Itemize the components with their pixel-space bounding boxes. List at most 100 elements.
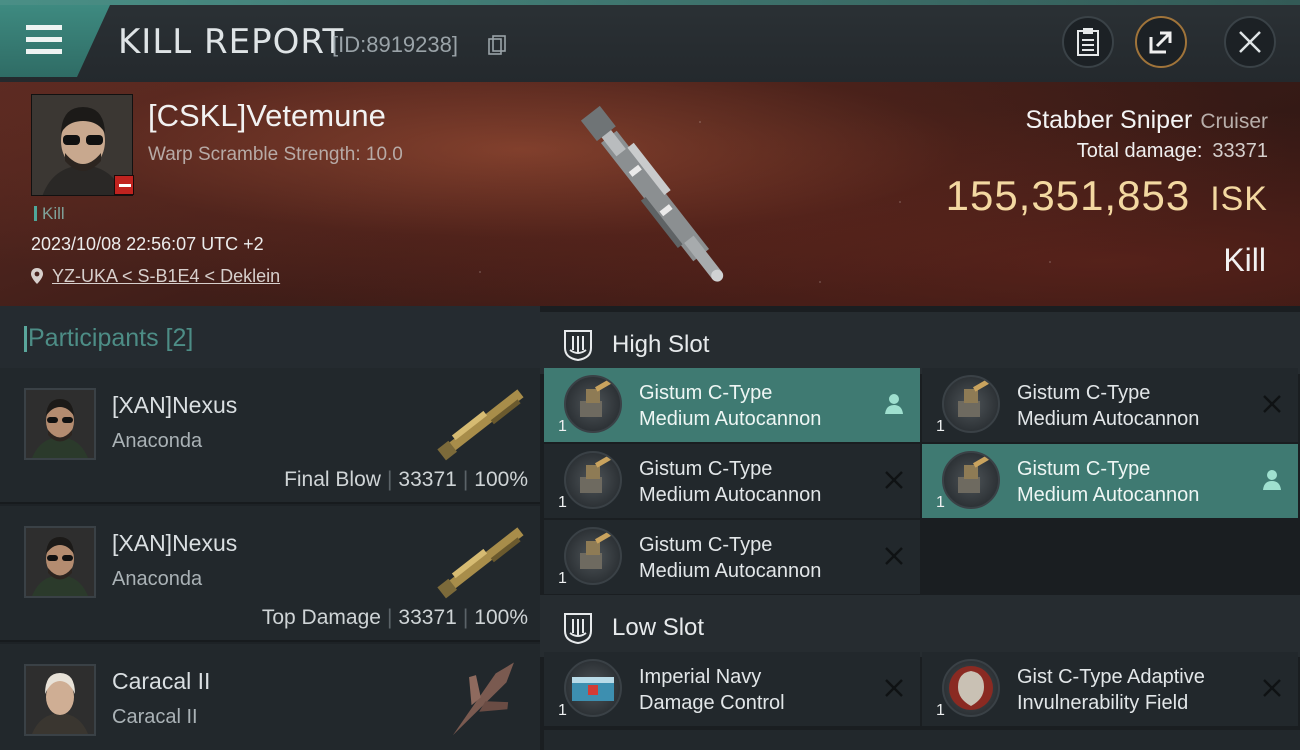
report-id: [ID:8919238] xyxy=(332,32,458,57)
module-icon xyxy=(564,659,622,717)
total-damage: Total damage: 33371 xyxy=(1077,140,1268,163)
location-text: YZ-UKA < S-B1E4 < Deklein xyxy=(52,266,281,286)
warp-scramble-strength: Warp Scramble Strength: 10.0 xyxy=(148,144,403,165)
kill-header: [CSKL]Vetemune Warp Scramble Strength: 1… xyxy=(0,82,1300,306)
fitting-panel: High Slot 1 Gistum C-Type Medium Autocann… xyxy=(540,306,1300,750)
ship-name-text: Stabber Sniper xyxy=(1025,106,1193,134)
module-item[interactable]: 1 Gist C-Type Adaptive Invulnerability Fi… xyxy=(922,652,1298,726)
module-icon xyxy=(942,451,1000,509)
share-icon xyxy=(1149,31,1172,54)
participant-portrait[interactable] xyxy=(24,388,96,460)
module-quantity: 1 xyxy=(558,570,567,587)
low-slot-label: Low Slot xyxy=(612,614,705,641)
ship-class: Cruiser xyxy=(1200,110,1268,133)
participants-panel: Participants [2] [XAN]Nexus Anaconda Fin… xyxy=(0,306,540,750)
person-icon[interactable] xyxy=(882,392,906,416)
ship-name[interactable]: Stabber Sniper Cruiser xyxy=(1026,106,1268,135)
participant-ship: Anaconda xyxy=(112,568,203,590)
module-icon xyxy=(942,375,1000,433)
participant-row[interactable]: Caracal II Caracal II xyxy=(0,644,540,750)
module-quantity: 1 xyxy=(558,418,567,435)
dismiss-icon[interactable] xyxy=(1260,676,1284,700)
module-quantity: 1 xyxy=(558,702,567,719)
module-name: Gist C-Type Adaptive Invulnerability Fiel… xyxy=(1017,666,1205,714)
clipboard-icon xyxy=(1077,28,1099,56)
participant-damage: 33371 xyxy=(398,606,457,629)
weapon-image xyxy=(437,527,524,599)
top-bar: KILL REPORT [ID:8919238] xyxy=(0,0,1300,82)
module-name: Gistum C-Type Medium Autocannon xyxy=(639,382,822,430)
participant-percent: 100% xyxy=(474,468,528,491)
kill-tag: Kill xyxy=(34,204,65,224)
participants-title: Participants [2] xyxy=(23,324,194,352)
participant-portrait[interactable] xyxy=(24,526,96,598)
location-pin-icon xyxy=(31,268,43,284)
participant-name[interactable]: [XAN]Nexus xyxy=(112,392,237,419)
module-name: Imperial Navy Damage Control xyxy=(639,666,785,714)
participant-row[interactable]: [XAN]Nexus Anaconda Final Blow | 33371 | 100… xyxy=(0,368,540,504)
person-icon[interactable] xyxy=(1260,468,1284,492)
participant-name[interactable]: Caracal II xyxy=(112,668,210,695)
participants-header: Participants [2] xyxy=(0,306,540,368)
isk-value: 155,351,853 ISK xyxy=(946,172,1268,220)
dismiss-icon[interactable] xyxy=(882,544,906,568)
kill-datetime: 2023/10/08 22:56:07 UTC +2 xyxy=(31,234,264,254)
module-name: Gistum C-Type Medium Autocannon xyxy=(1017,458,1200,506)
clipboard-button[interactable] xyxy=(1062,16,1114,68)
module-item[interactable]: 1 Gistum C-Type Medium Autocannon xyxy=(544,368,920,442)
module-row-partial xyxy=(544,730,1300,750)
module-quantity: 1 xyxy=(558,494,567,511)
participant-ship: Anaconda xyxy=(112,430,203,452)
isk-amount: 155,351,853 xyxy=(945,172,1191,219)
total-damage-value: 33371 xyxy=(1212,140,1268,162)
close-button[interactable] xyxy=(1224,16,1276,68)
module-icon xyxy=(564,375,622,433)
slot-icon xyxy=(564,330,592,362)
menu-button[interactable] xyxy=(0,5,110,77)
location-link[interactable]: YZ-UKA < S-B1E4 < Deklein xyxy=(30,266,280,287)
module-icon xyxy=(564,451,622,509)
module-quantity: 1 xyxy=(936,418,945,435)
dismiss-icon[interactable] xyxy=(882,676,906,700)
participant-row[interactable]: [XAN]Nexus Anaconda Top Damage | 33371 | 100… xyxy=(0,506,540,642)
total-damage-label: Total damage: xyxy=(1076,140,1203,162)
status-badge xyxy=(114,175,134,195)
module-quantity: 1 xyxy=(936,702,945,719)
module-icon xyxy=(564,527,622,585)
dismiss-icon[interactable] xyxy=(882,468,906,492)
dismiss-icon[interactable] xyxy=(1260,392,1284,416)
weapon-image xyxy=(437,389,524,461)
ship-image xyxy=(452,662,514,736)
high-slot-label: High Slot xyxy=(612,331,710,358)
ship-image xyxy=(580,105,724,282)
participant-role: Top Damage xyxy=(261,606,381,629)
participant-damage: 33371 xyxy=(398,468,457,491)
module-name: Gistum C-Type Medium Autocannon xyxy=(1017,382,1200,430)
module-item[interactable]: 1 Imperial Navy Damage Control xyxy=(544,652,920,726)
low-slot-header: Low Slot xyxy=(540,595,1300,657)
participant-stats: Final Blow | 33371 | 100% xyxy=(284,468,528,491)
top-accent-line xyxy=(0,0,1300,5)
participant-role: Final Blow xyxy=(284,468,381,491)
module-item[interactable]: 1 Gistum C-Type Medium Autocannon xyxy=(544,520,920,594)
close-icon xyxy=(1239,31,1261,53)
participant-name[interactable]: [XAN]Nexus xyxy=(112,530,237,557)
module-item[interactable]: 1 Gistum C-Type Medium Autocannon xyxy=(922,368,1298,442)
page-title: KILL REPORT xyxy=(118,22,345,62)
share-button[interactable] xyxy=(1135,16,1187,68)
module-item[interactable]: 1 Gistum C-Type Medium Autocannon xyxy=(922,444,1298,518)
victim-name[interactable]: [CSKL]Vetemune xyxy=(148,98,386,134)
high-slot-header: High Slot xyxy=(540,312,1300,374)
copy-icon[interactable] xyxy=(488,35,506,55)
slot-icon xyxy=(564,613,592,645)
result-label: Kill xyxy=(1223,242,1266,278)
participant-ship: Caracal II xyxy=(112,706,198,728)
isk-unit: ISK xyxy=(1210,180,1268,218)
participant-percent: 100% xyxy=(474,606,528,629)
module-icon xyxy=(942,659,1000,717)
module-quantity: 1 xyxy=(936,494,945,511)
participant-portrait[interactable] xyxy=(24,664,96,736)
participant-stats: Top Damage | 33371 | 100% xyxy=(261,606,528,629)
module-name: Gistum C-Type Medium Autocannon xyxy=(639,534,822,582)
module-item[interactable]: 1 Gistum C-Type Medium Autocannon xyxy=(544,444,920,518)
